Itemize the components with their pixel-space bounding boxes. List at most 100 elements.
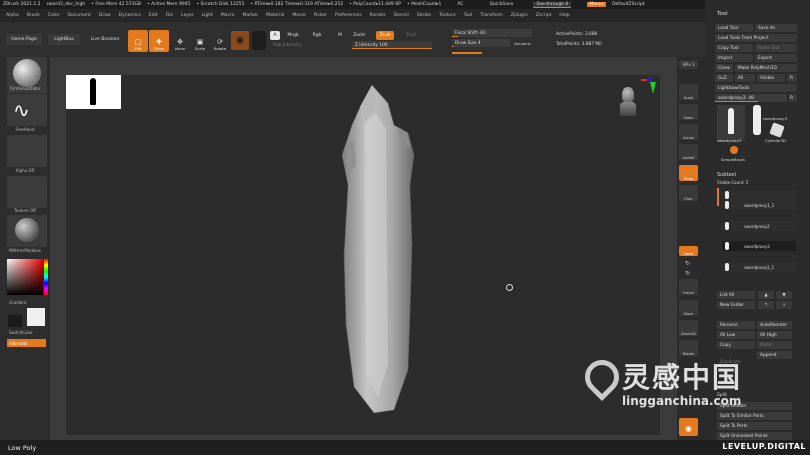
autoreorder-button[interactable]: AutoReorder <box>757 321 792 329</box>
new-folder-button[interactable]: New Folder <box>717 301 755 309</box>
alternate-button[interactable]: Alternate <box>7 339 46 347</box>
subtool-item[interactable]: swordproxy1_1 <box>722 200 796 210</box>
copy-button[interactable]: Copy <box>717 341 755 349</box>
menu-texture[interactable]: Texture <box>439 13 455 18</box>
menu-zplugin[interactable]: Zplugin <box>511 13 528 18</box>
focal-shift-slider[interactable]: Focal Shift -83 <box>452 29 532 37</box>
load-tool-button[interactable]: Load Tool <box>715 24 753 32</box>
dynamic-button[interactable]: Dynamic <box>514 41 531 46</box>
menu-edit[interactable]: Edit <box>149 13 158 18</box>
menu-draw[interactable]: Draw <box>99 13 111 18</box>
rename-button[interactable]: Rename <box>717 321 755 329</box>
current-tool-slider[interactable]: swordproxy3: 48 <box>715 94 787 102</box>
scale-button[interactable]: ▣ Scale <box>190 30 210 52</box>
subtool-item[interactable]: swordproxy2_1 <box>722 262 796 272</box>
persp-button[interactable]: Persp <box>679 165 698 181</box>
spix-slider[interactable]: SPix 3 <box>679 60 698 69</box>
clone-button[interactable]: Clone <box>715 64 733 72</box>
material-thumbnail[interactable] <box>7 215 47 247</box>
menu-help[interactable]: Help <box>559 13 569 18</box>
r-button-2[interactable]: R <box>789 94 797 102</box>
actual-button[interactable]: Actual <box>679 124 698 140</box>
all-button[interactable]: All <box>735 74 755 82</box>
menu-dynamics[interactable]: Dynamics <box>119 13 141 18</box>
aahalf-button[interactable]: AAHalf <box>679 144 698 160</box>
menu-brush[interactable]: Brush <box>27 13 40 18</box>
frame-button[interactable]: Frame <box>679 279 698 295</box>
subtool-item[interactable]: swordproxy3 <box>722 241 796 251</box>
load-from-project-button[interactable]: Load Tools From Project <box>715 34 797 42</box>
main-color-swatch[interactable] <box>27 308 45 326</box>
arrow-down-button[interactable]: ▼ <box>776 291 792 299</box>
live-boolean-button[interactable]: Live Boolean <box>86 34 124 45</box>
transp-button[interactable]: ◉ <box>679 418 698 436</box>
zoom3d-button[interactable]: Zoom3D <box>679 320 698 336</box>
tool-thumb-2[interactable] <box>753 105 761 135</box>
hue-strip[interactable] <box>44 259 48 295</box>
move-button[interactable]: ✥ Move <box>170 30 190 52</box>
menu-stroke[interactable]: Stroke <box>417 13 431 18</box>
scroll-button[interactable]: Scroll <box>679 84 698 100</box>
menu-tool[interactable]: Tool <box>464 13 473 18</box>
edit-button[interactable]: □ Edit <box>128 30 148 52</box>
menu-document[interactable]: Document <box>68 13 91 18</box>
alpha-thumbnail[interactable] <box>7 135 47 167</box>
draw-size-slider[interactable]: Draw Size 4 <box>452 39 510 47</box>
lightbox-tools-button[interactable]: Lightbox▸Tools <box>715 84 797 92</box>
menu-stencil[interactable]: Stencil <box>394 13 409 18</box>
export-button[interactable]: Export <box>755 54 797 62</box>
subtool-header[interactable]: Subtool <box>717 172 736 178</box>
floor-button[interactable]: Floor <box>679 185 698 201</box>
material-swatch[interactable]: ◉ <box>231 31 249 50</box>
menu-zscript[interactable]: Zscript <box>536 13 552 18</box>
move-up-button[interactable]: ↑ <box>758 301 774 309</box>
menu-macro[interactable]: Macro <box>221 13 235 18</box>
draw-button[interactable]: ✚ Draw <box>149 30 169 52</box>
copy-tool-button[interactable]: Copy Tool <box>715 44 753 52</box>
save-as-button[interactable]: Save As <box>755 24 797 32</box>
stroke-thumbnail[interactable]: ∿ <box>7 94 47 126</box>
sword-model[interactable] <box>336 85 426 415</box>
z-intensity-slider[interactable]: Z Intensity 100 <box>352 41 432 49</box>
quicksave-button[interactable]: QuickSave <box>490 2 514 7</box>
menu-marker[interactable]: Marker <box>243 13 259 18</box>
split-unmasked-button[interactable]: Split Unmasked Points <box>717 432 792 440</box>
all-high-button[interactable]: All High <box>757 331 792 339</box>
menu-layer[interactable]: Layer <box>181 13 194 18</box>
paste-button[interactable]: Paste <box>757 341 792 349</box>
rotate-view-button[interactable]: Rotate <box>679 340 698 356</box>
zsub-button[interactable]: Zsub <box>376 31 394 40</box>
list-all-button[interactable]: List All <box>717 291 755 299</box>
arrow-up-button[interactable]: ▲ <box>758 291 774 299</box>
see-through-slider[interactable]: See-through 0 <box>533 1 572 8</box>
texture-thumbnail[interactable] <box>7 176 47 208</box>
visible-button[interactable]: Visible <box>757 74 785 82</box>
menu-movie[interactable]: Movie <box>292 13 305 18</box>
head-gizmo[interactable] <box>616 83 641 128</box>
menu-color[interactable]: Color <box>48 13 60 18</box>
mrgb-button[interactable]: Mrgb <box>282 31 304 40</box>
tool-header[interactable]: Tool <box>717 11 728 17</box>
menu-transform[interactable]: Transform <box>480 13 502 18</box>
split-similar-button[interactable]: Split To Similar Parts <box>717 412 792 420</box>
menu-material[interactable]: Material <box>266 13 284 18</box>
simplebrush-icon[interactable] <box>730 146 738 154</box>
append-button[interactable]: Append <box>757 351 792 359</box>
zoom-button[interactable]: Zoom <box>679 104 698 120</box>
default-zscript-button[interactable]: DefaultZScript <box>612 2 645 7</box>
cylinder-thumb[interactable] <box>769 122 785 138</box>
menus-button[interactable]: Menus <box>587 2 607 7</box>
all-low-button[interactable]: All Low <box>717 331 755 339</box>
axis-gizmo[interactable] <box>641 77 656 101</box>
menu-file[interactable]: File <box>166 13 174 18</box>
rgb-intensity-slider[interactable]: Rgb Intensity <box>270 41 350 49</box>
tool-thumb-1[interactable] <box>717 105 745 141</box>
rgb-button[interactable]: Rgb <box>308 31 326 40</box>
zcut-button[interactable]: Zcut <box>402 31 420 40</box>
home-page-button[interactable]: Home Page <box>6 34 42 45</box>
paste-tool-button[interactable]: Paste Tool <box>755 44 797 52</box>
pivot-icon[interactable] <box>506 284 513 291</box>
move-view-button[interactable]: Move <box>679 300 698 316</box>
secondary-color-swatch[interactable] <box>8 315 22 327</box>
import-button[interactable]: Import <box>715 54 753 62</box>
